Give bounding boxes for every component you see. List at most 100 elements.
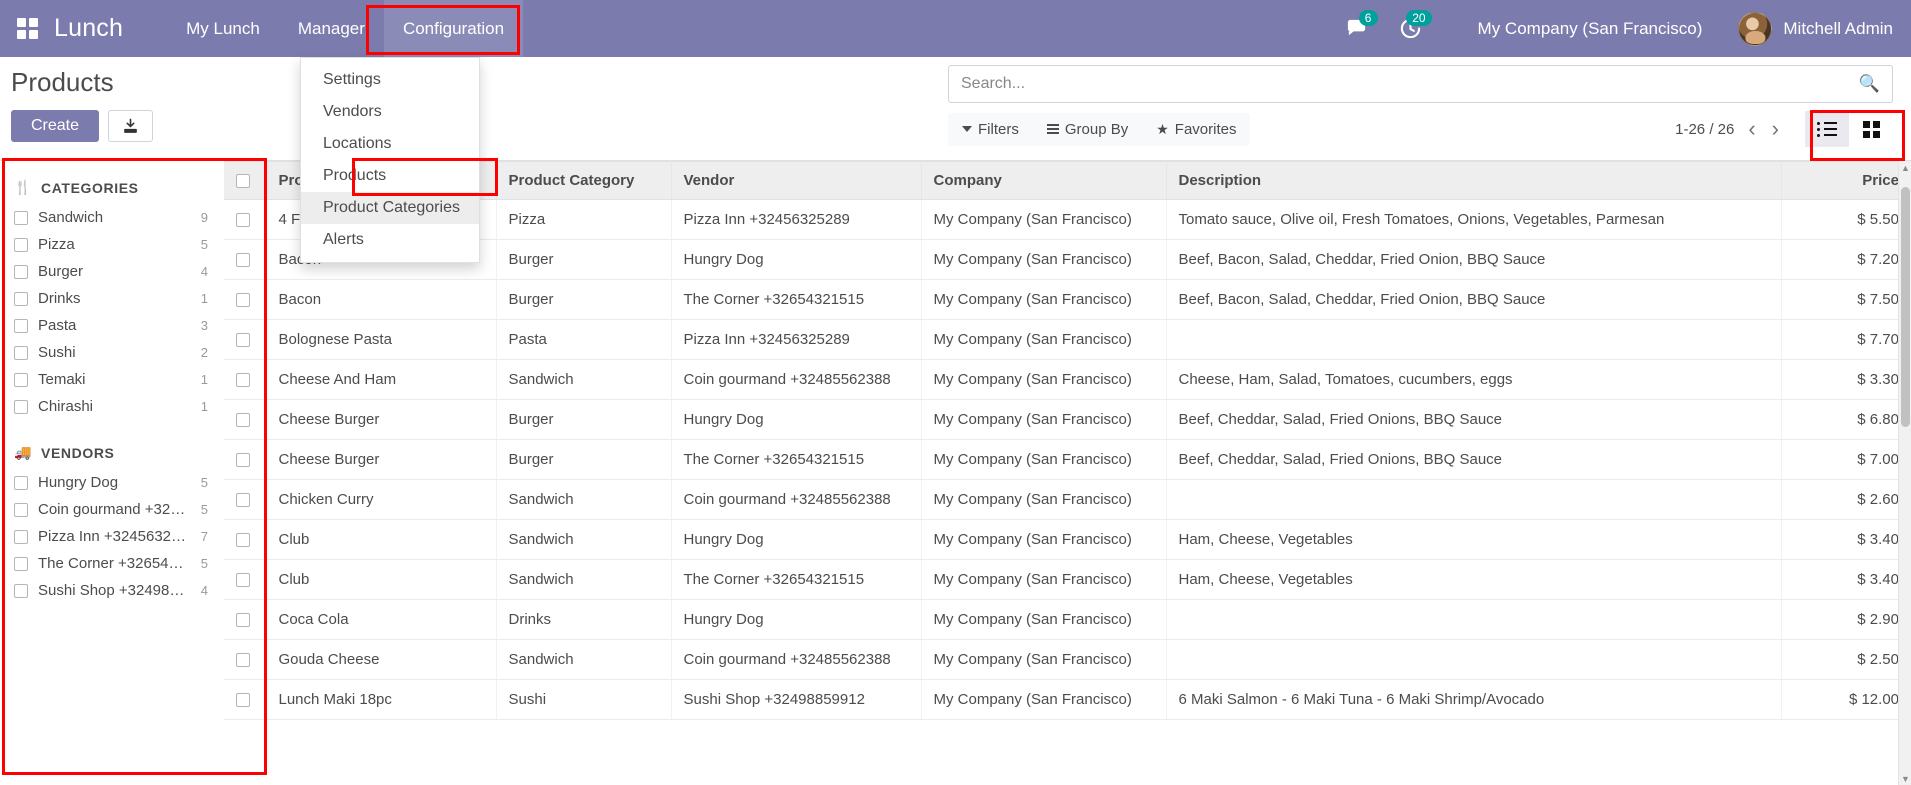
sidebar-item-hungry-dog[interactable]: Hungry Dog 5 [0, 469, 224, 496]
checkbox-icon[interactable] [14, 503, 28, 517]
dropdown-item-alerts[interactable]: Alerts [301, 224, 479, 256]
dropdown-item-locations[interactable]: Locations [301, 128, 479, 160]
sidebar-item-sushi-shop[interactable]: Sushi Shop +32498859... 4 [0, 577, 224, 604]
row-checkbox-icon[interactable] [236, 693, 250, 707]
row-select-cell[interactable] [224, 520, 266, 560]
table-row[interactable]: Coca Cola Drinks Hungry Dog My Company (… [224, 600, 1911, 640]
sidebar-item-the-corner[interactable]: The Corner +32654321... 5 [0, 550, 224, 577]
checkbox-icon[interactable] [14, 265, 28, 279]
checkbox-icon[interactable] [14, 373, 28, 387]
dropdown-item-settings[interactable]: Settings [301, 64, 479, 96]
sidebar-item-coin-gourmand[interactable]: Coin gourmand +32485... 5 [0, 496, 224, 523]
checkbox-icon[interactable] [14, 319, 28, 333]
table-row[interactable]: Bolognese Pasta Pasta Pizza Inn +3245632… [224, 320, 1911, 360]
row-checkbox-icon[interactable] [236, 613, 250, 627]
row-select-cell[interactable] [224, 600, 266, 640]
table-row[interactable]: Club Sandwich Hungry Dog My Company (San… [224, 520, 1911, 560]
row-checkbox-icon[interactable] [236, 253, 250, 267]
messages-button[interactable]: 6 [1330, 0, 1384, 57]
select-all-checkbox-icon[interactable] [236, 174, 250, 188]
sidebar-item-pizza-inn[interactable]: Pizza Inn +32456325289 7 [0, 523, 224, 550]
table-row[interactable]: Club Sandwich The Corner +32654321515 My… [224, 560, 1911, 600]
search-input[interactable] [961, 75, 1859, 93]
kanban-view-button[interactable] [1849, 111, 1893, 147]
row-checkbox-icon[interactable] [236, 453, 250, 467]
checkbox-icon[interactable] [14, 557, 28, 571]
row-select-cell[interactable] [224, 640, 266, 680]
row-select-cell[interactable] [224, 320, 266, 360]
create-button[interactable]: Create [11, 110, 99, 142]
row-checkbox-icon[interactable] [236, 213, 250, 227]
sidebar-item-sandwich[interactable]: Sandwich 9 [0, 204, 224, 231]
row-select-cell[interactable] [224, 280, 266, 320]
checkbox-icon[interactable] [14, 400, 28, 414]
checkbox-icon[interactable] [14, 238, 28, 252]
table-row[interactable]: Chicken Curry Sandwich Coin gourmand +32… [224, 480, 1911, 520]
dropdown-item-products[interactable]: Products [301, 160, 479, 192]
app-brand-lunch[interactable]: Lunch [54, 14, 167, 43]
row-checkbox-icon[interactable] [236, 653, 250, 667]
company-switcher[interactable]: My Company (San Francisco) [1438, 19, 1725, 39]
table-row[interactable]: Lunch Maki 18pc Sushi Sushi Shop +324988… [224, 680, 1911, 720]
table-row[interactable]: Bacon Burger The Corner +32654321515 My … [224, 280, 1911, 320]
sidebar-item-drinks[interactable]: Drinks 1 [0, 285, 224, 312]
table-row[interactable]: Cheese And Ham Sandwich Coin gourmand +3… [224, 360, 1911, 400]
sidebar-item-chirashi[interactable]: Chirashi 1 [0, 393, 224, 420]
table-row[interactable]: Cheese Burger Burger Hungry Dog My Compa… [224, 400, 1911, 440]
row-select-cell[interactable] [224, 680, 266, 720]
checkbox-icon[interactable] [14, 476, 28, 490]
column-header-vendor[interactable]: Vendor [671, 162, 921, 200]
row-select-cell[interactable] [224, 200, 266, 240]
checkbox-icon[interactable] [14, 211, 28, 225]
search-icon[interactable]: 🔍 [1859, 74, 1880, 94]
scroll-up-icon[interactable]: ▲ [1899, 161, 1911, 174]
row-checkbox-icon[interactable] [236, 533, 250, 547]
scroll-down-icon[interactable]: ▼ [1899, 772, 1911, 785]
filters-button[interactable]: Filters [948, 117, 1033, 142]
apps-menu-button[interactable] [0, 0, 54, 57]
row-checkbox-icon[interactable] [236, 573, 250, 587]
import-button[interactable] [108, 110, 153, 142]
user-menu[interactable]: Mitchell Admin [1724, 12, 1893, 46]
row-select-cell[interactable] [224, 440, 266, 480]
sidebar-item-temaki[interactable]: Temaki 1 [0, 366, 224, 393]
list-view-button[interactable] [1805, 111, 1849, 147]
sidebar-item-pizza[interactable]: Pizza 5 [0, 231, 224, 258]
checkbox-icon[interactable] [14, 530, 28, 544]
column-header-company[interactable]: Company [921, 162, 1166, 200]
sidebar-item-burger[interactable]: Burger 4 [0, 258, 224, 285]
row-select-cell[interactable] [224, 560, 266, 600]
activities-button[interactable]: 20 [1384, 0, 1438, 57]
table-row[interactable]: Gouda Cheese Sandwich Coin gourmand +324… [224, 640, 1911, 680]
checkbox-icon[interactable] [14, 584, 28, 598]
row-checkbox-icon[interactable] [236, 293, 250, 307]
menu-manager[interactable]: Manager [279, 0, 384, 57]
row-checkbox-icon[interactable] [236, 413, 250, 427]
column-header-description[interactable]: Description [1166, 162, 1781, 200]
searchview[interactable]: 🔍 [948, 65, 1893, 103]
dropdown-item-vendors[interactable]: Vendors [301, 96, 479, 128]
row-checkbox-icon[interactable] [236, 493, 250, 507]
pager-next-button[interactable]: › [1772, 118, 1779, 140]
row-select-cell[interactable] [224, 240, 266, 280]
vertical-scrollbar[interactable]: ▲ ▼ [1898, 161, 1911, 785]
menu-configuration[interactable]: Configuration [384, 0, 523, 57]
favorites-button[interactable]: ★ Favorites [1142, 117, 1250, 142]
dropdown-item-product-categories[interactable]: Product Categories [301, 192, 479, 224]
scrollbar-thumb[interactable] [1901, 187, 1910, 427]
group-by-button[interactable]: Group By [1033, 117, 1142, 142]
sidebar-item-pasta[interactable]: Pasta 3 [0, 312, 224, 339]
row-select-cell[interactable] [224, 400, 266, 440]
select-all-header[interactable] [224, 162, 266, 200]
checkbox-icon[interactable] [14, 346, 28, 360]
row-checkbox-icon[interactable] [236, 373, 250, 387]
table-row[interactable]: Cheese Burger Burger The Corner +3265432… [224, 440, 1911, 480]
checkbox-icon[interactable] [14, 292, 28, 306]
menu-my-lunch[interactable]: My Lunch [167, 0, 279, 57]
sidebar-item-sushi[interactable]: Sushi 2 [0, 339, 224, 366]
row-select-cell[interactable] [224, 480, 266, 520]
row-select-cell[interactable] [224, 360, 266, 400]
column-header-price[interactable]: Price [1781, 162, 1911, 200]
column-header-product-category[interactable]: Product Category [496, 162, 671, 200]
pager-previous-button[interactable]: ‹ [1748, 118, 1755, 140]
